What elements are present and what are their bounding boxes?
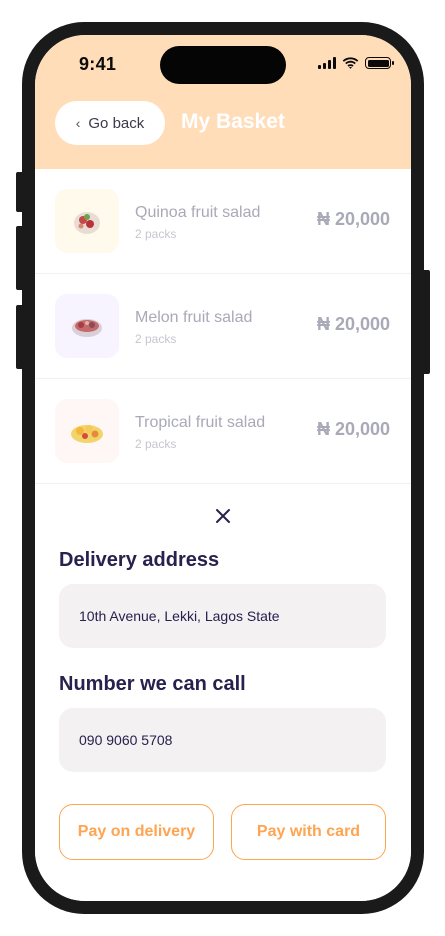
page-title: My Basket — [181, 110, 285, 133]
cellular-signal-icon — [318, 57, 336, 69]
status-time: 9:41 — [79, 54, 117, 74]
item-quantity: 2 packs — [135, 437, 177, 451]
screen: 9:41 ‹ Go back My Basket Quinoa fruit sa… — [35, 35, 411, 901]
basket-item[interactable]: Tropical fruit salad 2 packs ₦ 20,000 — [35, 379, 411, 484]
tropical-salad-icon — [71, 425, 103, 443]
phone-power-button — [422, 270, 430, 374]
dynamic-island — [160, 46, 286, 84]
phone-number-value: 090 9060 5708 — [79, 732, 173, 748]
delivery-address-label: Delivery address — [59, 549, 220, 571]
basket-item[interactable]: Quinoa fruit salad 2 packs ₦ 20,000 — [35, 169, 411, 274]
item-name: Tropical fruit salad — [135, 414, 266, 431]
basket-item[interactable]: Melon fruit salad 2 packs ₦ 20,000 — [35, 274, 411, 379]
delivery-address-field[interactable]: 10th Avenue, Lekki, Lagos State — [59, 584, 386, 648]
go-back-label: Go back — [88, 114, 145, 132]
item-price: ₦ 20,000 — [316, 419, 390, 439]
phone-volume-up-button — [16, 226, 24, 290]
phone-number-label: Number we can call — [59, 673, 246, 695]
pay-with-card-button[interactable]: Pay with card — [231, 804, 386, 860]
checkout-sheet: Delivery address 10th Avenue, Lekki, Lag… — [35, 484, 411, 901]
battery-icon — [365, 57, 394, 69]
item-quantity: 2 packs — [135, 332, 177, 346]
item-thumbnail — [55, 294, 119, 358]
item-price: ₦ 20,000 — [316, 314, 390, 334]
item-name: Melon fruit salad — [135, 309, 253, 326]
melon-salad-icon — [72, 319, 102, 337]
header: 9:41 ‹ Go back My Basket — [35, 35, 411, 169]
item-price: ₦ 20,000 — [316, 209, 390, 229]
item-name: Quinoa fruit salad — [135, 204, 261, 221]
wifi-icon — [342, 57, 359, 69]
go-back-button[interactable]: ‹ Go back — [55, 101, 165, 145]
item-thumbnail — [55, 189, 119, 253]
item-quantity: 2 packs — [135, 227, 177, 241]
phone-number-field[interactable]: 090 9060 5708 — [59, 708, 386, 772]
status-icons — [318, 57, 394, 69]
close-icon[interactable] — [211, 504, 235, 528]
pay-on-delivery-button[interactable]: Pay on delivery — [59, 804, 214, 860]
phone-side-button — [16, 172, 24, 212]
phone-volume-down-button — [16, 305, 24, 369]
quinoa-salad-icon — [74, 212, 100, 234]
item-thumbnail — [55, 399, 119, 463]
chevron-left-icon: ‹ — [75, 115, 81, 131]
delivery-address-value: 10th Avenue, Lekki, Lagos State — [79, 608, 280, 624]
basket-list: Quinoa fruit salad 2 packs ₦ 20,000 Melo… — [35, 169, 411, 484]
